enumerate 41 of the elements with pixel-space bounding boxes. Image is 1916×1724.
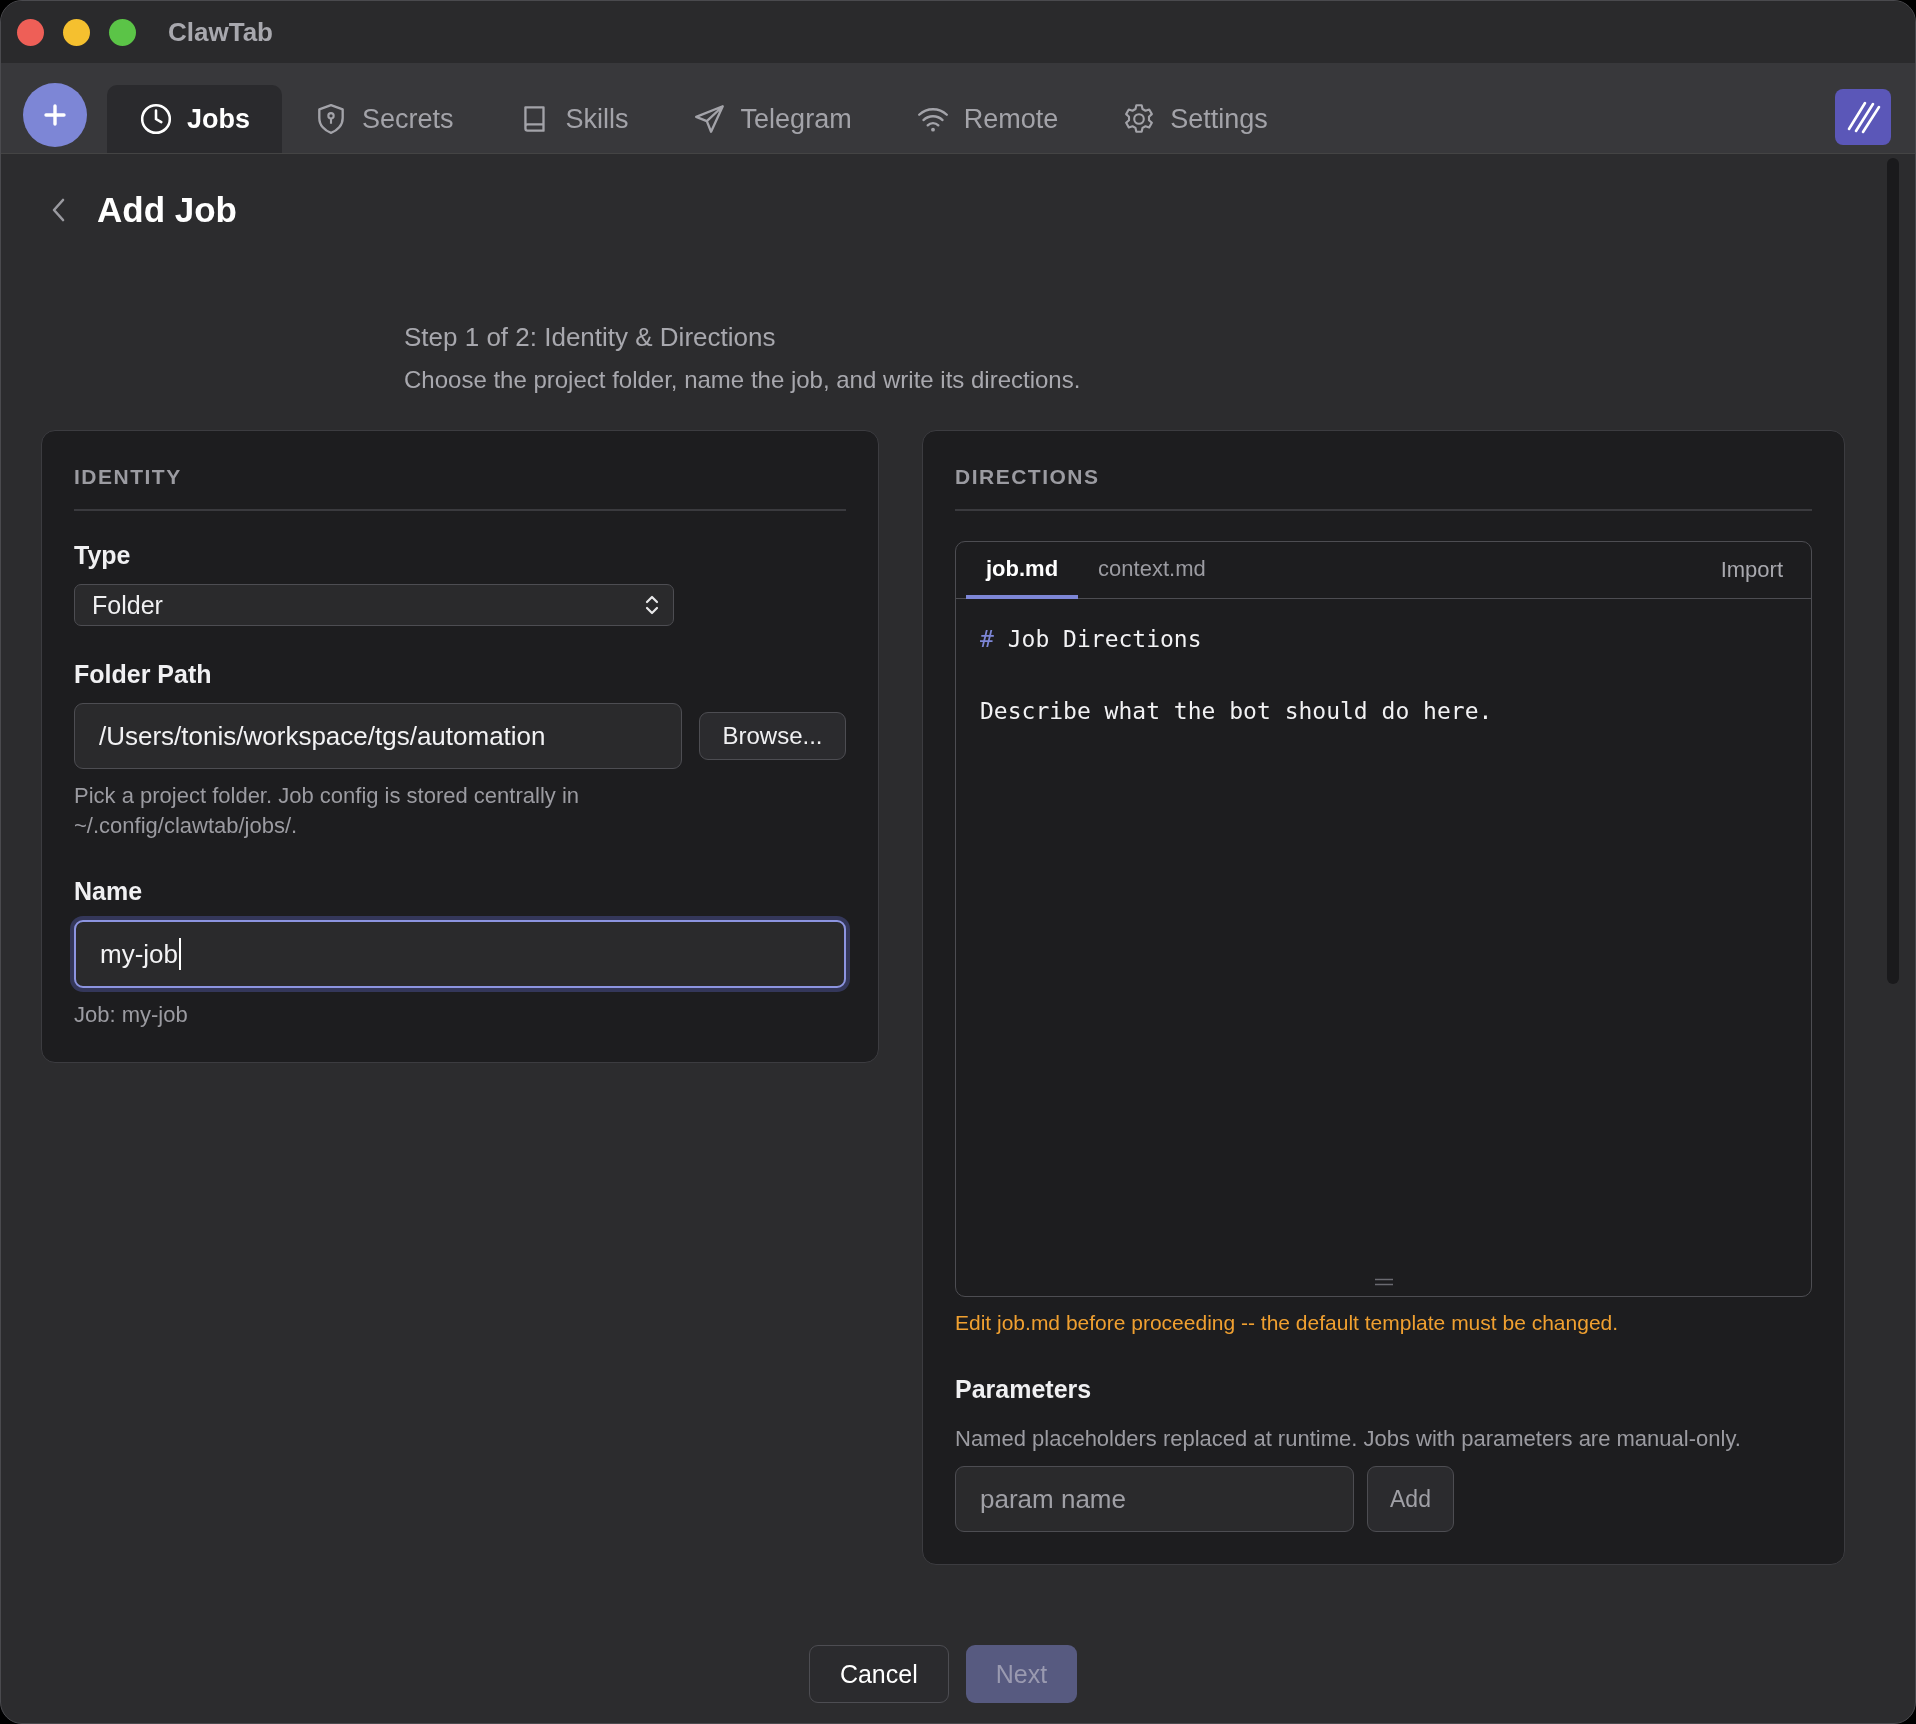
import-button[interactable]: Import: [1702, 542, 1801, 598]
nav-tab[interactable]: Secrets: [282, 85, 486, 153]
nav-tab[interactable]: Telegram: [660, 85, 884, 153]
step-title: Step 1 of 2: Identity & Directions: [404, 322, 777, 353]
hint-text: Pick a project folder. Job config is stored centrally in ~/.config/clawtab/jobs/.: [74, 782, 581, 840]
file-tab[interactable]: context.md: [1078, 542, 1226, 599]
clock-icon: [139, 102, 173, 136]
window-title: ClawTab: [168, 16, 273, 48]
file-tab[interactable]: job.md: [966, 542, 1079, 599]
nav-tab[interactable]: Remote: [883, 85, 1091, 153]
field-label: Name: [74, 877, 144, 906]
parameters-label: Parameters: [955, 1375, 1093, 1404]
minimize-button[interactable]: [63, 18, 90, 46]
step-subtitle: Choose the project folder, name the job, and write its directions.: [404, 366, 1082, 394]
param-name-field[interactable]: param name: [955, 1466, 1354, 1532]
nav-tab[interactable]: Jobs: [107, 85, 283, 153]
claw-logo-icon[interactable]: [1835, 89, 1891, 145]
nav-tab[interactable]: Skills: [485, 85, 661, 153]
hint-text: Job: my-job: [74, 1001, 189, 1029]
field-label: Folder Path: [74, 660, 213, 689]
add-parameter-button[interactable]: Add: [1367, 1466, 1454, 1532]
chevron-updown-icon: [645, 594, 659, 616]
close-button[interactable]: [17, 18, 44, 46]
zoom-button[interactable]: [109, 18, 136, 46]
section-heading: DIRECTIONS: [955, 465, 1101, 489]
page-title: Add Job: [97, 190, 237, 230]
section-heading: IDENTITY: [74, 465, 183, 489]
editor-line: Describe what the bot should do here.: [980, 697, 1494, 726]
resize-handle-icon[interactable]: [1373, 1278, 1394, 1286]
editor-line: # Job Directions: [980, 625, 1203, 654]
nav-tab[interactable]: Settings: [1090, 85, 1300, 153]
back-icon[interactable]: [51, 197, 67, 223]
paper-plane-icon: [692, 102, 727, 136]
folder-path-field[interactable]: /Users/tonis/workspace/tgs/automation: [74, 703, 682, 769]
plus-icon: [42, 102, 68, 128]
type-select[interactable]: Folder: [74, 584, 674, 626]
hint-text: Named placeholders replaced at runtime. Jobs with parameters are manual-only.: [955, 1425, 1742, 1453]
warning-text: Edit job.md before proceeding -- the default template must be changed.: [955, 1311, 1620, 1335]
footer-button[interactable]: Cancel: [808, 1645, 949, 1703]
browse-button[interactable]: Browse...: [699, 712, 846, 760]
field-label: Type: [74, 541, 132, 570]
